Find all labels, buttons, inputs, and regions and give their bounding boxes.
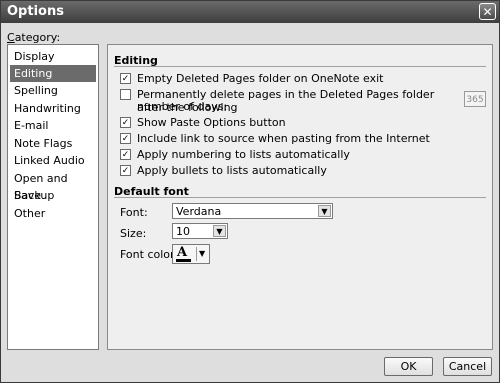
category-item-linked-audio[interactable]: Linked Audio bbox=[10, 152, 96, 169]
size-label: Size: bbox=[120, 227, 147, 240]
category-item-backup[interactable]: Backup bbox=[10, 187, 96, 204]
chevron-down-icon[interactable]: ▼ bbox=[318, 205, 331, 217]
default-font-divider bbox=[114, 197, 486, 198]
font-color-swatch bbox=[176, 259, 191, 262]
category-item-note-flags[interactable]: Note Flags bbox=[10, 135, 96, 152]
editing-divider bbox=[114, 66, 486, 67]
option-label: Apply numbering to lists automatically bbox=[137, 148, 350, 161]
close-icon: ✕ bbox=[482, 5, 493, 19]
close-button[interactable]: ✕ bbox=[479, 3, 496, 20]
chevron-down-icon[interactable]: ▼ bbox=[213, 225, 226, 237]
font-color-label: Font color: bbox=[120, 248, 179, 261]
category-item-handwriting[interactable]: Handwriting bbox=[10, 100, 96, 117]
font-color-icon: A bbox=[177, 245, 188, 260]
category-item-other[interactable]: Other bbox=[10, 205, 96, 222]
category-item-display[interactable]: Display bbox=[10, 48, 96, 65]
font-select[interactable]: Verdana ▼ bbox=[172, 203, 333, 219]
size-value: 10 bbox=[176, 225, 190, 238]
category-item-open-and-save[interactable]: Open and Save bbox=[10, 170, 96, 202]
category-label: Category: bbox=[7, 31, 60, 44]
option-label: Include link to source when pasting from… bbox=[137, 132, 430, 145]
checkbox-apply-numbering[interactable]: ✓ bbox=[120, 149, 131, 160]
settings-panel: Editing ✓ Empty Deleted Pages folder on … bbox=[107, 44, 493, 350]
option-label: Show Paste Options button bbox=[137, 116, 286, 129]
days-field[interactable]: 365 bbox=[464, 91, 486, 107]
size-select[interactable]: 10 ▼ bbox=[172, 223, 228, 239]
font-value: Verdana bbox=[176, 205, 222, 218]
option-label: Apply bullets to lists automatically bbox=[137, 164, 327, 177]
checkbox-show-paste-options[interactable]: ✓ bbox=[120, 117, 131, 128]
category-item-editing[interactable]: Editing bbox=[10, 65, 96, 82]
category-label-accesskey: C bbox=[7, 31, 15, 44]
options-dialog: Options ✕ Category: Display Editing Spel… bbox=[0, 0, 500, 383]
title-bar[interactable]: Options ✕ bbox=[1, 1, 499, 23]
ok-button[interactable]: OK bbox=[384, 357, 433, 376]
checkbox-apply-bullets[interactable]: ✓ bbox=[120, 165, 131, 176]
category-label-rest: ategory: bbox=[14, 31, 61, 44]
category-list[interactable]: Display Editing Spelling Handwriting E-m… bbox=[7, 44, 99, 350]
font-label: Font: bbox=[120, 206, 148, 219]
checkbox-include-link-to-source[interactable]: ✓ bbox=[120, 133, 131, 144]
font-color-button[interactable]: A ▼ bbox=[172, 244, 210, 264]
checkbox-empty-deleted-pages[interactable]: ✓ bbox=[120, 73, 131, 84]
chevron-down-icon[interactable]: ▼ bbox=[199, 249, 205, 258]
option-label-continued: number of days: bbox=[137, 100, 228, 113]
option-label: Empty Deleted Pages folder on OneNote ex… bbox=[137, 72, 384, 85]
category-item-spelling[interactable]: Spelling bbox=[10, 82, 96, 99]
cancel-button[interactable]: Cancel bbox=[443, 357, 492, 376]
split-divider bbox=[196, 247, 197, 261]
option-permanently-delete-pages[interactable]: Permanently delete pages in the Deleted … bbox=[120, 88, 460, 115]
dialog-title: Options bbox=[7, 4, 64, 19]
category-item-email[interactable]: E-mail bbox=[10, 117, 96, 134]
checkbox-permanently-delete-pages[interactable] bbox=[120, 89, 131, 100]
